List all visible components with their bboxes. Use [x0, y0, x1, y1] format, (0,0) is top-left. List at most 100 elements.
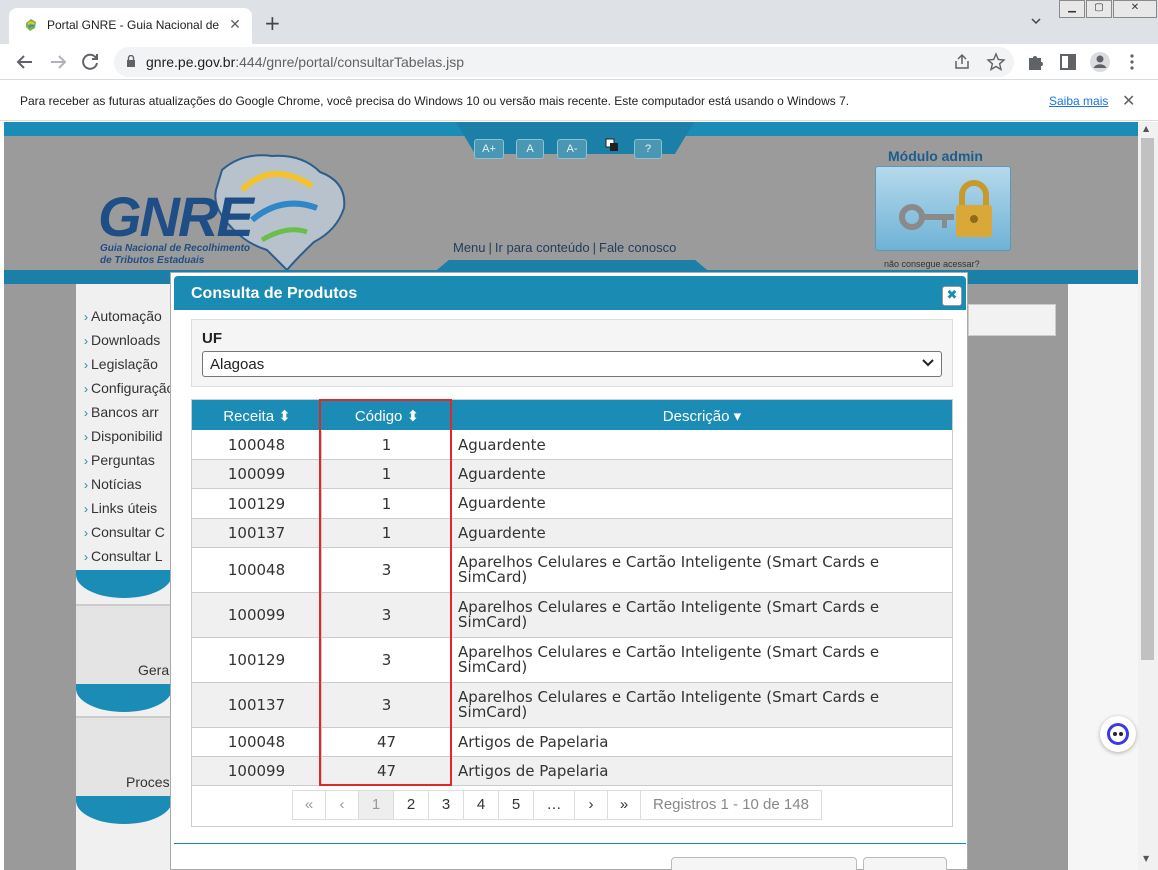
cell-descricao: Aguardente [458, 465, 546, 483]
cell-descricao: Aparelhos Celulares e Cartão Inteligente… [458, 688, 880, 721]
sidebar-item-consultar-l[interactable]: › Consultar L [84, 548, 163, 564]
bookmark-star-icon[interactable] [986, 52, 1006, 72]
nav-contact-link[interactable]: Fale conosco [599, 240, 676, 255]
sidebar-item-consultar-c[interactable]: › Consultar C [84, 524, 165, 540]
sidebar-item-legislacao[interactable]: › Legislação [84, 356, 158, 372]
pager-page-3[interactable]: 3 [428, 790, 464, 820]
sidebar-item-disponibilidade[interactable]: › Disponibilid [84, 428, 163, 444]
font-normal-button[interactable]: A [516, 139, 544, 159]
table-row[interactable]: 100048 1 Aguardente [192, 431, 952, 460]
modal-footer-button[interactable] [863, 857, 947, 870]
sidebar-item-bancos[interactable]: › Bancos arr [84, 404, 159, 420]
sidebar: › Automação › Downloads › Legislação › Confi… [76, 284, 174, 870]
tab-search-chevron-icon[interactable] [1030, 15, 1042, 27]
pager-next-button[interactable]: › [574, 790, 608, 820]
modal-close-icon[interactable]: ✖ [942, 286, 962, 306]
font-increase-button[interactable]: A+ [474, 139, 504, 159]
uf-filter-panel: UF Alagoas [191, 319, 953, 387]
scroll-up-arrow-icon[interactable]: ▲ [1143, 124, 1149, 133]
infobar-message: Para receber as futuras atualizações do … [20, 94, 850, 108]
products-table: Receita ⬍ Código ⬍ Descrição ▾ 100048 1 Ag… [191, 399, 953, 827]
table-row[interactable]: 100048 3 Aparelhos Celulares e Cartão Inte… [192, 548, 952, 593]
url-text[interactable]: gnre.pe.gov.br:444/gnre/portal/consultar… [146, 54, 464, 70]
cell-receita: 100048 [192, 431, 322, 459]
pager-page-4[interactable]: 4 [463, 790, 499, 820]
pager-page-2[interactable]: 2 [393, 790, 429, 820]
product-query-modal: Consulta de Produtos ✖ UF Alagoas Receit… [170, 272, 968, 870]
cell-receita: 100137 [192, 683, 322, 727]
nav-skip-to-content-link[interactable]: Ir para conteúdo [495, 240, 590, 255]
pager-first-button[interactable]: « [292, 790, 326, 820]
gnre-logo-text: GNRE [98, 185, 254, 248]
extensions-puzzle-icon[interactable] [1024, 50, 1048, 74]
admin-login-button[interactable] [875, 166, 1011, 251]
new-tab-icon[interactable]: + [264, 13, 281, 33]
side-panel-icon[interactable] [1056, 50, 1080, 74]
sidebar-box-gerar[interactable]: Gera [76, 604, 172, 684]
minimize-icon[interactable]: ▁ [1059, 0, 1085, 18]
sidebar-item-noticias[interactable]: › Notícias [84, 476, 142, 492]
logo-subtitle-line2: de Tributos Estaduais [100, 255, 205, 266]
chevron-down-icon [922, 359, 934, 367]
table-row[interactable]: 100099 1 Aguardente [192, 460, 952, 489]
address-bar[interactable]: gnre.pe.gov.br:444/gnre/portal/consultar… [114, 47, 1014, 77]
browser-tab[interactable]: Portal GNRE - Guia Nacional de Reco ✕ [9, 8, 252, 44]
sidebar-item-perguntas[interactable]: › Perguntas [84, 452, 155, 468]
pager-last-button[interactable]: » [607, 790, 641, 820]
help-button[interactable]: ? [634, 139, 662, 159]
gnre-favicon-icon [26, 19, 36, 31]
tab-close-icon[interactable]: ✕ [226, 16, 244, 34]
modal-footer-button[interactable] [671, 857, 857, 870]
table-row[interactable]: 100048 47 Artigos de Papelaria [192, 728, 952, 757]
pager-page-1[interactable]: 1 [358, 790, 394, 820]
cell-receita: 100129 [192, 638, 322, 682]
window-close-icon[interactable]: ✕ [1113, 0, 1157, 18]
table-row[interactable]: 100137 3 Aparelhos Celulares e Cartão Inte… [192, 683, 952, 728]
window-controls: ▁ ▢ ✕ [1059, 0, 1158, 18]
sidebar-divider-wave [76, 684, 172, 712]
sidebar-item-automacao[interactable]: › Automação [84, 308, 162, 324]
sidebar-item-configuracao[interactable]: › Configuração [84, 380, 174, 396]
learn-more-link[interactable]: Saiba mais [1049, 94, 1108, 108]
forward-arrow-icon[interactable] [46, 50, 70, 74]
contrast-icon[interactable] [605, 138, 619, 152]
cell-descricao: Aguardente [458, 436, 546, 454]
scroll-down-arrow-icon[interactable]: ▼ [1143, 854, 1149, 863]
scroll-thumb[interactable] [1141, 138, 1154, 660]
back-arrow-icon[interactable] [13, 50, 37, 74]
pager-page-5[interactable]: 5 [498, 790, 534, 820]
lock-icon[interactable] [126, 55, 136, 67]
table-row[interactable]: 100099 3 Aparelhos Celulares e Cartão Inte… [192, 593, 952, 638]
share-icon[interactable] [952, 52, 972, 72]
top-navigation: Menu | Ir para conteúdo | Fale conosco [453, 240, 677, 255]
column-header-descricao[interactable]: Descrição ▾ [452, 407, 952, 425]
cell-receita: 100099 [192, 593, 322, 637]
pager-prev-button[interactable]: ‹ [325, 790, 359, 820]
assistant-icon[interactable] [1100, 716, 1136, 752]
gnre-logo[interactable]: GNRE Guia Nacional de Recolhimento de Tr… [94, 150, 354, 272]
more-menu-icon[interactable] [1120, 50, 1144, 74]
font-decrease-button[interactable]: A- [557, 139, 587, 159]
admin-access-help-link[interactable]: não consegue acessar? [884, 259, 980, 269]
uf-select[interactable]: Alagoas [202, 351, 942, 377]
sidebar-box-processar[interactable]: Proces [76, 716, 172, 796]
modal-header: Consulta de Produtos ✖ [174, 276, 966, 310]
page-scrollbar[interactable]: ▲ ▼ [1138, 122, 1158, 870]
table-row[interactable]: 100137 1 Aguardente [192, 519, 952, 548]
maximize-icon[interactable]: ▢ [1086, 0, 1112, 18]
reload-icon[interactable] [78, 50, 102, 74]
cell-descricao: Aparelhos Celulares e Cartão Inteligente… [458, 553, 880, 586]
column-header-receita[interactable]: Receita ⬍ [192, 407, 322, 425]
table-row[interactable]: 100099 47 Artigos de Papelaria [192, 757, 952, 786]
table-row[interactable]: 100129 3 Aparelhos Celulares e Cartão Inte… [192, 638, 952, 683]
nav-menu-link[interactable]: Menu [453, 240, 486, 255]
profile-avatar-icon[interactable] [1088, 50, 1112, 74]
table-row[interactable]: 100129 1 Aguardente [192, 489, 952, 519]
cell-receita: 100048 [192, 728, 322, 756]
sidebar-item-links-uteis[interactable]: › Links úteis [84, 500, 157, 516]
cell-receita: 100099 [192, 757, 322, 785]
cell-receita: 100129 [192, 489, 322, 518]
sidebar-item-downloads[interactable]: › Downloads [84, 332, 160, 348]
infobar-close-icon[interactable]: ✕ [1122, 91, 1135, 110]
modal-title: Consulta de Produtos [191, 285, 358, 302]
